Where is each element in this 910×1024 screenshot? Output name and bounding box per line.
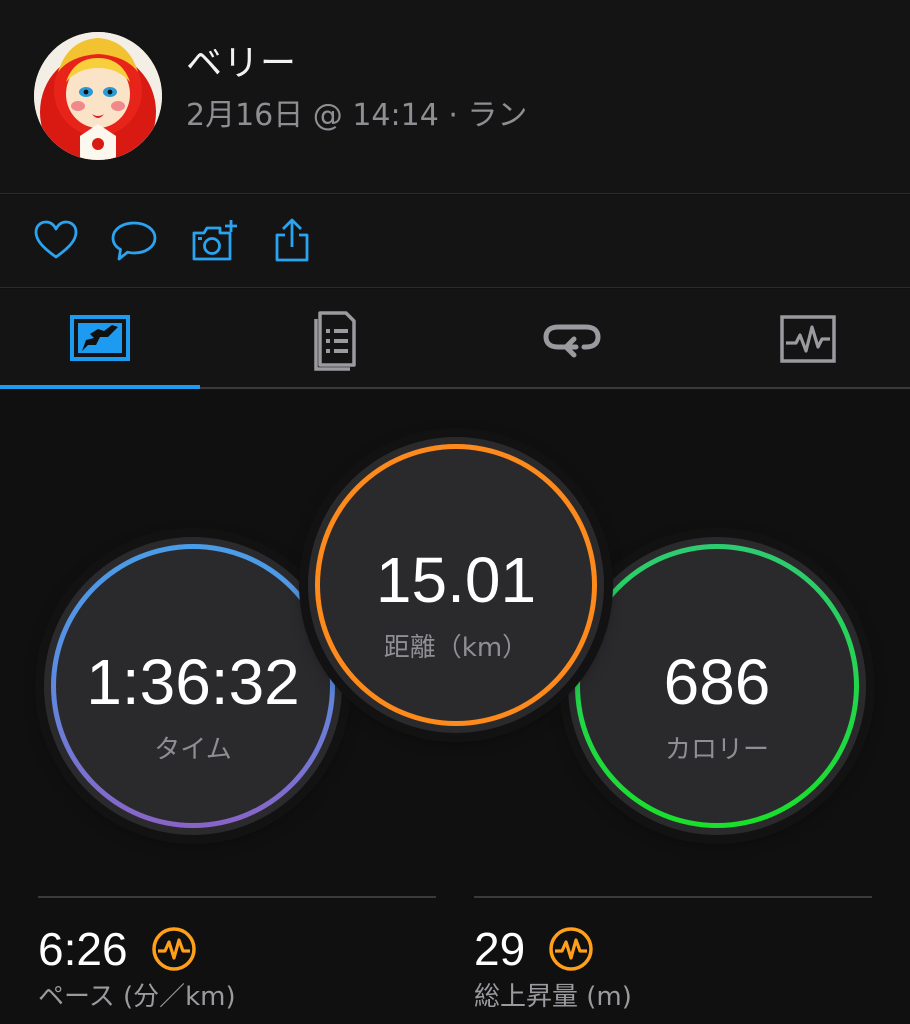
pace-value: 6:26 bbox=[38, 923, 128, 975]
divider bbox=[474, 896, 872, 898]
activity-date-type: 2月16日 @ 14:14 · ラン bbox=[186, 98, 528, 133]
distance-stat-circle[interactable]: 15.01 距離（km） bbox=[308, 437, 604, 733]
divider bbox=[38, 896, 436, 898]
distance-label: 距離（km） bbox=[383, 633, 529, 663]
pace-label: ペース (分／km) bbox=[38, 982, 236, 1012]
user-name[interactable]: ベリー bbox=[186, 34, 297, 86]
active-tab-indicator bbox=[0, 385, 200, 389]
heart-rate-chart-icon bbox=[780, 315, 836, 363]
like-button[interactable] bbox=[32, 217, 80, 265]
elevation-metric[interactable]: 29 総上昇量 (m) bbox=[474, 896, 872, 1012]
stats-map-icon bbox=[70, 315, 130, 361]
comment-button[interactable] bbox=[110, 217, 158, 265]
heart-icon bbox=[34, 220, 78, 259]
time-value: 1:36:32 bbox=[86, 646, 300, 718]
loop-icon bbox=[543, 324, 601, 358]
tab-laps[interactable] bbox=[472, 289, 672, 389]
performance-pulse-icon bbox=[549, 927, 593, 971]
activity-header: ベリー 2月16日 @ 14:14 · ラン bbox=[0, 0, 910, 194]
elevation-label: 総上昇量 (m) bbox=[474, 982, 632, 1012]
activity-tab-bar bbox=[0, 289, 910, 389]
elevation-value: 29 bbox=[474, 923, 526, 975]
share-icon bbox=[275, 218, 309, 262]
tab-details[interactable] bbox=[236, 289, 436, 389]
matryoshka-avatar-image bbox=[34, 32, 162, 160]
calories-label: カロリー bbox=[664, 735, 769, 765]
performance-pulse-icon bbox=[151, 927, 196, 971]
add-photo-button[interactable] bbox=[190, 217, 238, 265]
time-label: タイム bbox=[154, 735, 232, 765]
camera-plus-icon bbox=[192, 220, 237, 261]
calories-value: 686 bbox=[663, 646, 771, 718]
pace-metric[interactable]: 6:26 ペース (分／km) bbox=[38, 896, 436, 1012]
distance-value: 15.01 bbox=[375, 544, 537, 616]
avatar[interactable] bbox=[34, 32, 162, 160]
speech-bubble-icon bbox=[111, 221, 157, 261]
tab-map-stats[interactable] bbox=[0, 289, 200, 389]
tab-charts[interactable] bbox=[708, 289, 908, 389]
calories-stat-circle[interactable]: 686 カロリー bbox=[568, 537, 866, 835]
document-list-icon bbox=[314, 311, 356, 371]
action-bar bbox=[0, 195, 910, 288]
share-button[interactable] bbox=[268, 217, 316, 265]
time-stat-circle[interactable]: 1:36:32 タイム bbox=[44, 537, 342, 835]
